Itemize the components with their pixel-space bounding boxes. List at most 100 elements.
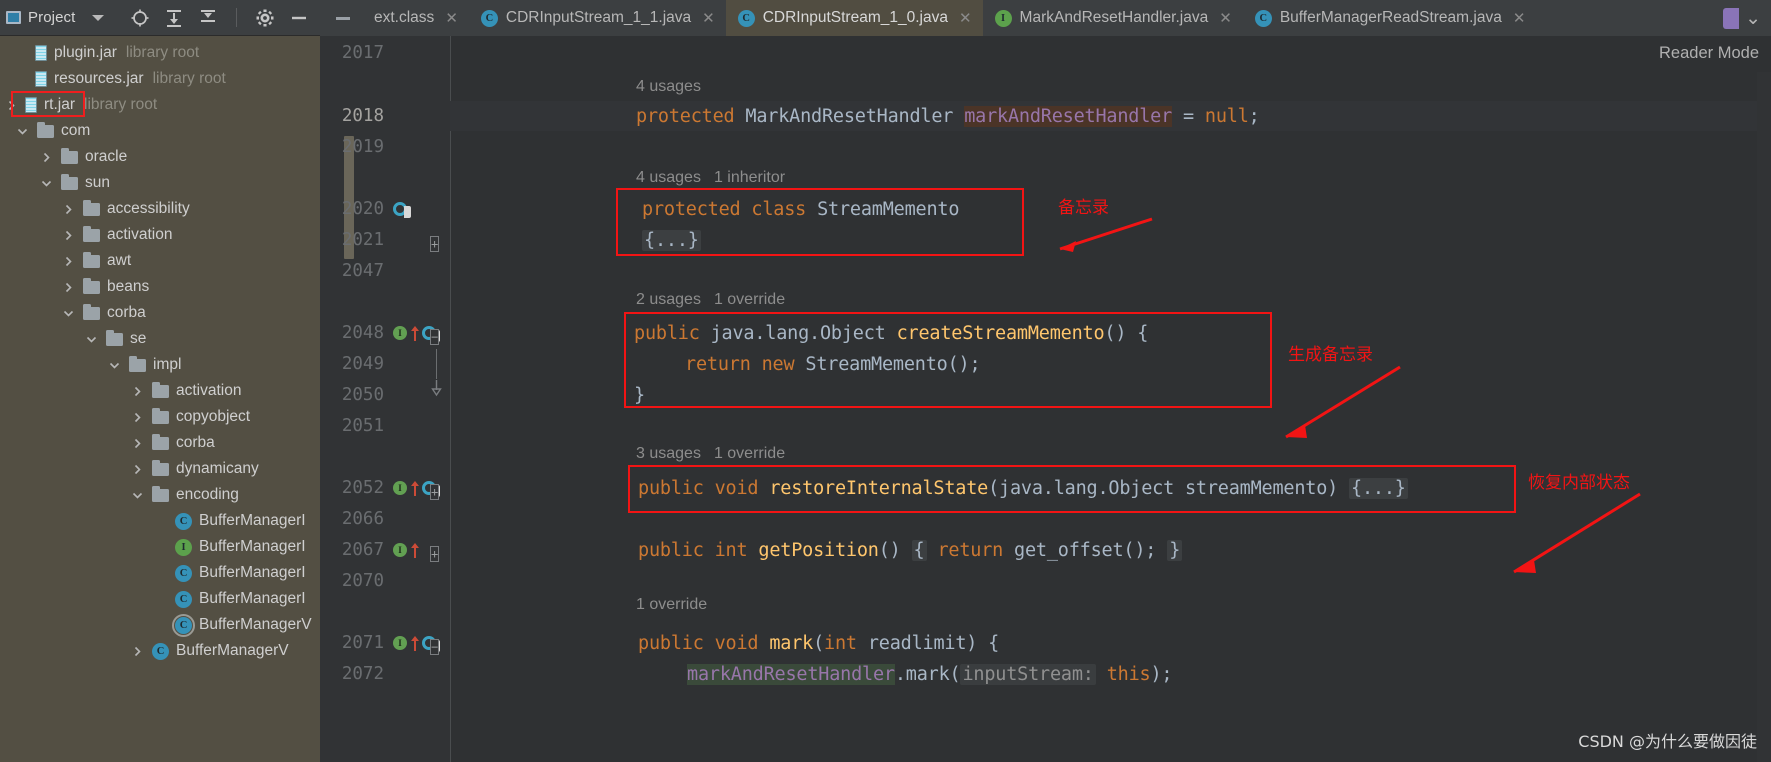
fold-end-icon[interactable] (430, 380, 444, 403)
implemented-method-icon[interactable]: I (393, 543, 407, 557)
code-line-2021[interactable]: {...} (450, 225, 701, 255)
tree-item-rt-jar[interactable]: rt.jar library root (0, 91, 320, 118)
fold-collapse-icon[interactable]: − (430, 636, 440, 656)
editor-tab-cdrinputstream-1-1[interactable]: C CDRInputStream_1_1.java ✕ (469, 0, 726, 36)
code-line-2050[interactable]: } (450, 380, 645, 410)
tree-item-impl-activation[interactable]: activation (0, 378, 320, 404)
tree-item-com[interactable]: com (0, 118, 320, 144)
chevron-down-icon[interactable] (60, 308, 76, 319)
editor-tab-markandresethandler[interactable]: I MarkAndResetHandler.java ✕ (983, 0, 1243, 36)
chevron-right-icon[interactable] (60, 282, 76, 293)
tree-item-copyobject[interactable]: copyobject (0, 404, 320, 430)
tree-item-buffermanager-2[interactable]: I BufferManagerI (0, 534, 320, 560)
project-title-group[interactable]: Project (6, 9, 105, 26)
chevron-right-icon[interactable] (129, 412, 145, 423)
chevron-down-icon[interactable] (92, 14, 105, 21)
editor-tab-buffermanagerreadstream[interactable]: C BufferManagerReadStream.java ✕ (1243, 0, 1537, 36)
chevron-down-icon[interactable] (83, 334, 99, 345)
inlay-hint-usages[interactable]: 4 usages (636, 72, 701, 102)
tree-item-buffermanager-5[interactable]: C BufferManagerV (0, 612, 320, 638)
override-arrow-icon[interactable] (410, 325, 419, 341)
code-line-2048[interactable]: public java.lang.Object createStreamMeme… (450, 318, 1148, 348)
folded-block-placeholder[interactable]: {...} (642, 229, 701, 251)
close-icon[interactable]: ✕ (445, 11, 458, 26)
close-icon[interactable]: ✕ (702, 11, 715, 26)
chevron-right-icon[interactable] (129, 386, 145, 397)
chevron-down-icon[interactable] (38, 178, 54, 189)
project-tree[interactable]: plugin.jar library root resources.jar li… (0, 36, 320, 762)
implemented-method-icon[interactable]: I (393, 326, 407, 340)
inlay-hint-usages-override[interactable]: 2 usages 1 override (636, 285, 785, 315)
tree-item-activation[interactable]: activation (0, 222, 320, 248)
tree-item-buffermanager-6[interactable]: C BufferManagerV (0, 638, 320, 664)
inlay-hint-override[interactable]: 1 override (636, 590, 707, 620)
override-arrow-icon[interactable] (410, 480, 419, 496)
chevron-right-icon[interactable] (129, 646, 145, 657)
tree-item-resources-jar[interactable]: resources.jar library root (0, 66, 320, 92)
fold-expand-icon[interactable]: + (430, 481, 440, 501)
reader-mode-label[interactable]: Reader Mode (1659, 44, 1759, 63)
editor-tab-cdrinputstream-1-0[interactable]: C CDRInputStream_1_0.java ✕ (725, 0, 983, 36)
implemented-method-icon[interactable]: I (393, 636, 407, 650)
chevron-right-icon[interactable] (38, 152, 54, 163)
chevron-right-icon[interactable] (60, 204, 76, 215)
override-arrow-icon[interactable] (410, 542, 419, 558)
chevron-right-icon[interactable] (60, 256, 76, 267)
inlay-hint-usages-override-2[interactable]: 3 usages 1 override (636, 439, 785, 469)
tree-item-corba[interactable]: corba (0, 300, 320, 326)
code-line-2049[interactable]: return new StreamMemento (); (450, 349, 981, 379)
tree-item-buffermanager-3[interactable]: C BufferManagerI (0, 560, 320, 586)
code-line-2071[interactable]: public void mark(int readlimit) { (450, 628, 999, 658)
fold-expand-icon[interactable]: + (430, 543, 440, 563)
chevron-down-icon[interactable] (14, 126, 30, 137)
code-editor[interactable]: 2017 2018 2019 2020 2021 + 2047 2048 I −… (320, 36, 1771, 762)
chevron-right-icon[interactable] (60, 230, 76, 241)
implemented-method-icon[interactable]: I (393, 481, 407, 495)
tree-item-impl-corba[interactable]: corba (0, 430, 320, 456)
tree-item-impl[interactable]: impl (0, 352, 320, 378)
gutter-icons[interactable] (393, 202, 411, 218)
code-text-area[interactable]: 4 usages protected MarkAndResetHandler m… (450, 36, 1771, 762)
tree-item-buffermanager-1[interactable]: C BufferManagerI (0, 508, 320, 534)
inlay-hint-usages-inheritor[interactable]: 4 usages 1 inheritor (636, 163, 785, 193)
fold-collapse-icon[interactable]: − (430, 326, 440, 346)
editor-gutter[interactable]: 2017 2018 2019 2020 2021 + 2047 2048 I −… (320, 36, 450, 762)
gear-icon[interactable] (255, 8, 275, 28)
tree-item-plugin-jar[interactable]: plugin.jar library root (0, 40, 320, 66)
hide-editor-icon[interactable] (336, 16, 350, 20)
code-line-2067[interactable]: public int getPosition() { return get_of… (450, 535, 1183, 565)
editor-tab-ext-class[interactable]: ext.class ✕ (362, 0, 469, 36)
locate-icon[interactable] (130, 8, 150, 28)
code-line-2072[interactable]: markAndResetHandler .mark(inputStream: th… (450, 659, 1173, 689)
tree-item-encoding[interactable]: encoding (0, 482, 320, 508)
chevron-down-icon[interactable] (129, 490, 145, 501)
close-icon[interactable]: ✕ (1219, 11, 1232, 26)
collapse-all-icon[interactable] (198, 8, 218, 28)
chevron-down-icon[interactable]: ⌄ (1745, 9, 1761, 28)
tree-item-accessibility[interactable]: accessibility (0, 196, 320, 222)
tree-item-buffermanager-4[interactable]: C BufferManagerI (0, 586, 320, 612)
tree-item-awt[interactable]: awt (0, 248, 320, 274)
tree-item-oracle[interactable]: oracle (0, 144, 320, 170)
tree-item-sun[interactable]: sun (0, 170, 320, 196)
override-arrow-icon[interactable] (410, 635, 419, 651)
folded-block-placeholder[interactable]: {...} (1349, 477, 1408, 499)
code-line-2018[interactable]: protected MarkAndResetHandler markAndRes… (450, 101, 1771, 131)
code-line-2020[interactable]: protected class StreamMemento (450, 194, 959, 224)
ring-icon[interactable] (393, 202, 411, 218)
hide-panel-icon[interactable] (289, 8, 309, 28)
chevron-right-icon[interactable] (129, 464, 145, 475)
tree-item-se[interactable]: se (0, 326, 320, 352)
close-icon[interactable]: ✕ (959, 11, 972, 26)
chevron-right-icon[interactable] (3, 100, 19, 111)
tree-item-beans[interactable]: beans (0, 274, 320, 300)
chevron-down-icon[interactable] (106, 360, 122, 371)
code-line-2052[interactable]: public void restoreInternalState (java.la… (450, 473, 1408, 503)
run-config-indicator[interactable] (1723, 7, 1740, 29)
expand-all-icon[interactable] (164, 8, 184, 28)
gutter-icons[interactable]: I (393, 542, 419, 558)
chevron-right-icon[interactable] (129, 438, 145, 449)
tree-item-dynamicany[interactable]: dynamicany (0, 456, 320, 482)
editor-scrollbar[interactable] (1757, 72, 1771, 762)
close-icon[interactable]: ✕ (1513, 11, 1526, 26)
